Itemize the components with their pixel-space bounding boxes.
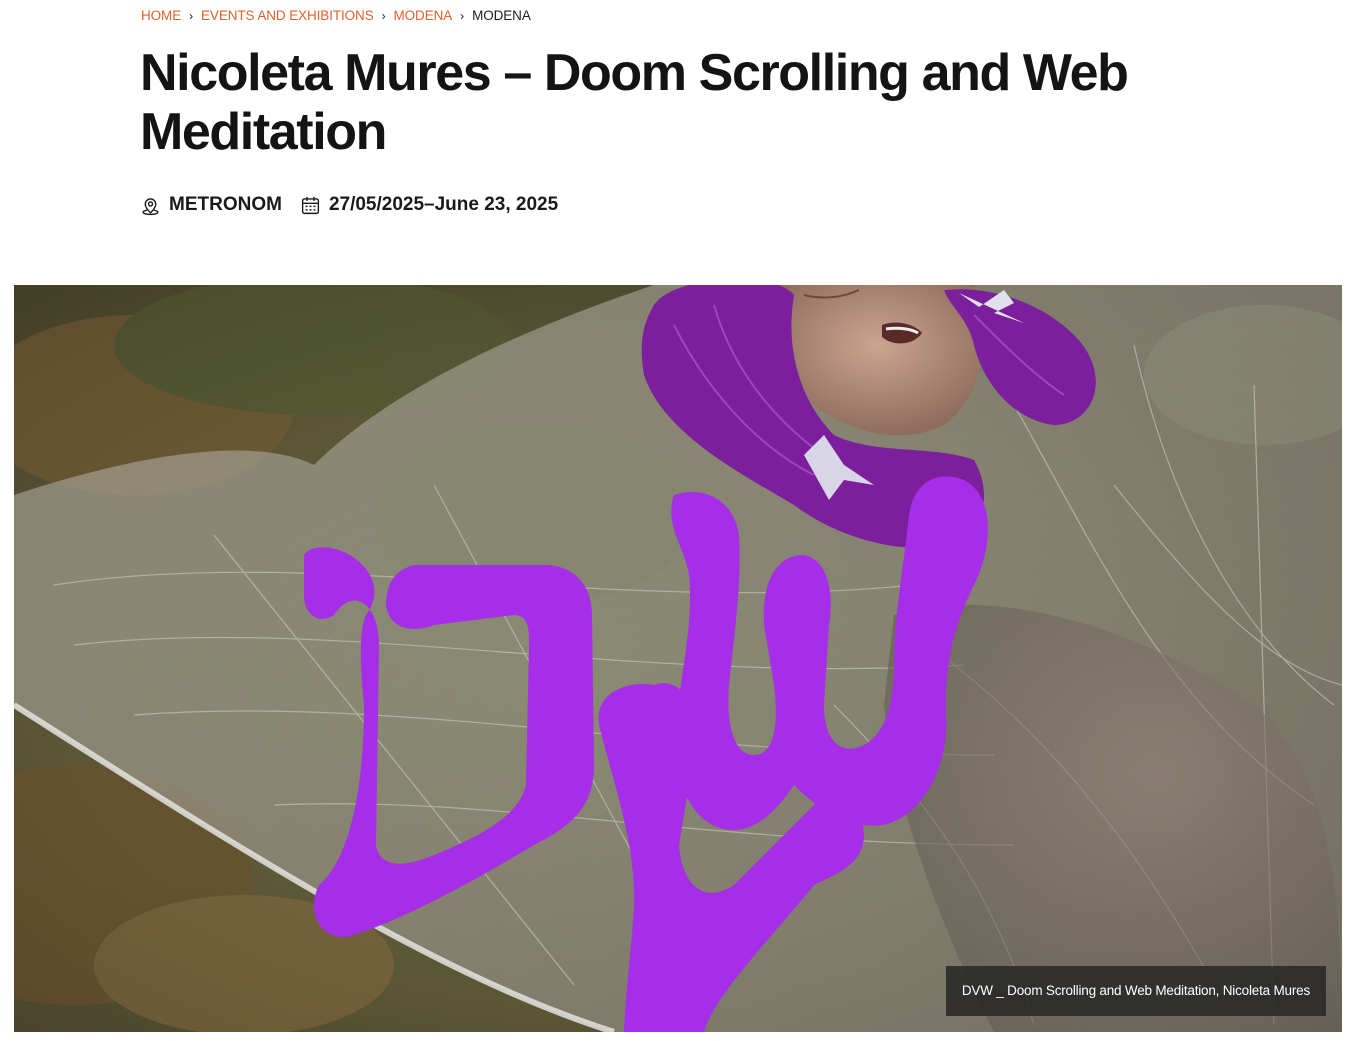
page-title: Nicoleta Mures – Doom Scrolling and Web … bbox=[140, 44, 1129, 161]
venue-info: METRONOM bbox=[140, 194, 282, 216]
breadcrumb-current: MODENA bbox=[472, 8, 531, 23]
venue-name[interactable]: METRONOM bbox=[169, 194, 282, 216]
breadcrumb-separator: › bbox=[381, 8, 386, 23]
breadcrumb-home-link[interactable]: HOME bbox=[141, 8, 181, 23]
event-meta: METRONOM 27/05/2025–June 23, 2025 bbox=[140, 194, 558, 216]
breadcrumb-city-link[interactable]: MODENA bbox=[394, 8, 453, 23]
hero-image: DVW _ Doom Scrolling and Web Meditation,… bbox=[14, 285, 1342, 1032]
event-dates: 27/05/2025–June 23, 2025 bbox=[328, 194, 559, 215]
location-pin-icon bbox=[140, 195, 161, 216]
breadcrumb: HOME › EVENTS AND EXHIBITIONS › MODENA ›… bbox=[141, 8, 531, 23]
breadcrumb-separator: › bbox=[189, 8, 194, 23]
page: HOME › EVENTS AND EXHIBITIONS › MODENA ›… bbox=[0, 0, 1357, 1041]
hero-artwork bbox=[14, 285, 1342, 1032]
calendar-icon bbox=[300, 195, 321, 216]
breadcrumb-separator: › bbox=[460, 8, 465, 23]
date-info: 27/05/2025–June 23, 2025 bbox=[300, 194, 558, 216]
image-caption: DVW _ Doom Scrolling and Web Meditation,… bbox=[945, 966, 1326, 1016]
breadcrumb-events-link[interactable]: EVENTS AND EXHIBITIONS bbox=[201, 8, 374, 23]
